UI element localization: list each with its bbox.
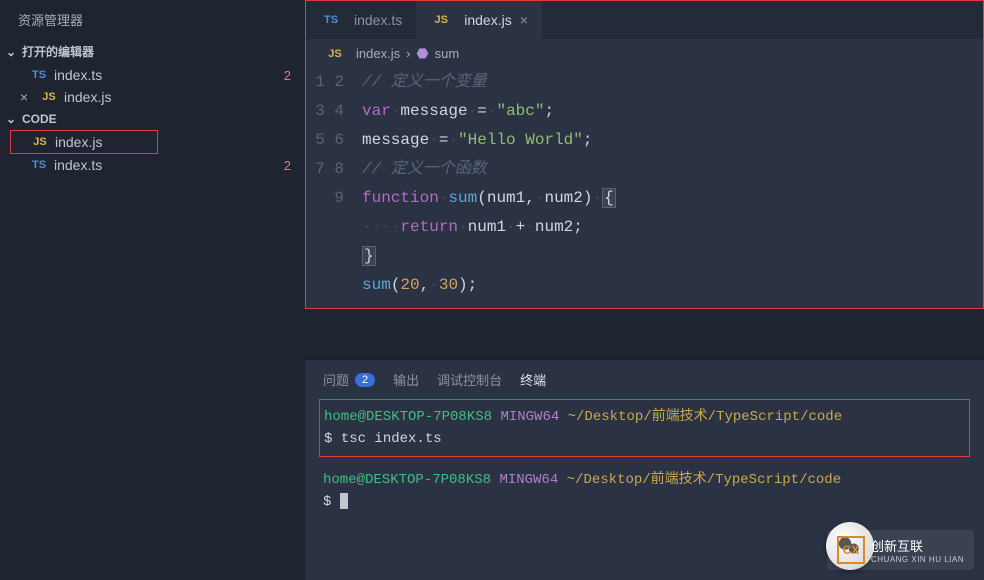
spacer — [305, 309, 984, 359]
term-prompt: $ — [323, 494, 331, 510]
file-name: index.ts — [54, 157, 102, 173]
file-item[interactable]: TS index.ts 2 — [0, 154, 305, 176]
file-name: index.ts — [54, 67, 102, 83]
tab-bar: TS index.ts JS index.js × — [306, 1, 983, 39]
open-editor-item[interactable]: × JS index.js — [0, 86, 305, 108]
js-icon: JS — [430, 14, 452, 26]
file-name: index.js — [64, 89, 111, 105]
chevron-down-icon: ⌄ — [6, 45, 20, 59]
open-editors-label: 打开的编辑器 — [22, 43, 94, 60]
ts-icon: TS — [28, 69, 50, 81]
file-item[interactable]: JS index.js — [11, 131, 157, 153]
code-content[interactable]: // 定义一个变量 var·message·=·"abc"; message·=… — [362, 68, 983, 300]
tab-label: index.js — [464, 12, 511, 28]
problem-badge: 2 — [284, 158, 291, 173]
brand-name: 创新互联 — [871, 536, 964, 555]
explorer-title: 资源管理器 — [0, 0, 305, 39]
term-path: ~/Desktop/前端技术/TypeScript/code — [567, 472, 841, 488]
tab-index-js[interactable]: JS index.js × — [416, 1, 542, 39]
folder-header[interactable]: ⌄ CODE — [0, 108, 305, 130]
panel-tab-debug[interactable]: 调试控制台 — [437, 370, 502, 389]
js-icon: JS — [29, 136, 51, 148]
file-name: index.js — [55, 134, 102, 150]
open-editor-item[interactable]: TS index.ts 2 — [0, 64, 305, 86]
breadcrumb[interactable]: JS index.js › ⬣ sum — [306, 39, 983, 68]
file-highlight: JS index.js — [10, 130, 158, 154]
terminal-current: home@DESKTOP-7P08KS8 MINGW64 ~/Desktop/前… — [319, 463, 970, 519]
brand-sub: CHUANG XIN HU LIAN — [871, 555, 964, 564]
ts-icon: TS — [320, 14, 342, 26]
ts-icon: TS — [28, 159, 50, 171]
tab-index-ts[interactable]: TS index.ts — [306, 1, 416, 39]
js-icon: JS — [324, 48, 346, 60]
panel-tab-terminal[interactable]: 终端 — [520, 370, 546, 389]
chevron-down-icon: ⌄ — [6, 112, 20, 126]
breadcrumb-symbol: sum — [435, 46, 460, 61]
explorer-sidebar: 资源管理器 ⌄ 打开的编辑器 TS index.ts 2 × JS index.… — [0, 0, 305, 580]
close-icon[interactable]: × — [520, 12, 528, 28]
panel-tab-output[interactable]: 输出 — [393, 370, 419, 389]
editor-highlight: TS index.ts JS index.js × JS index.js › … — [305, 0, 984, 309]
term-user: home@DESKTOP-7P08KS8 — [324, 409, 492, 425]
term-env: MINGW64 — [499, 472, 558, 488]
code-editor[interactable]: 1 2 3 4 5 6 7 8 9 // 定义一个变量 var·message·… — [306, 68, 983, 308]
term-env: MINGW64 — [500, 409, 559, 425]
terminal-cursor — [340, 493, 348, 509]
folder-label: CODE — [22, 112, 57, 126]
term-cmd: tsc index.ts — [341, 431, 442, 447]
js-icon: JS — [38, 91, 60, 103]
problem-badge: 2 — [284, 68, 291, 83]
term-user: home@DESKTOP-7P08KS8 — [323, 472, 491, 488]
term-prompt: $ — [324, 431, 332, 447]
brand-logo: CX — [837, 536, 865, 564]
panel-tab-problems[interactable]: 问题 2 — [323, 370, 375, 389]
terminal[interactable]: home@DESKTOP-7P08KS8 MINGW64 ~/Desktop/前… — [305, 399, 984, 525]
panel-tabs: 问题 2 输出 调试控制台 终端 — [305, 360, 984, 399]
open-editors-header[interactable]: ⌄ 打开的编辑器 — [0, 39, 305, 64]
close-icon[interactable]: × — [20, 89, 38, 105]
problems-count: 2 — [355, 373, 375, 387]
tab-label: index.ts — [354, 12, 402, 28]
breadcrumb-file: index.js — [356, 46, 400, 61]
line-numbers: 1 2 3 4 5 6 7 8 9 — [306, 68, 362, 300]
editor-area: TS index.ts JS index.js × JS index.js › … — [305, 0, 984, 580]
chevron-right-icon: › — [406, 46, 410, 61]
cube-icon: ⬣ — [416, 45, 428, 62]
terminal-history-highlight: home@DESKTOP-7P08KS8 MINGW64 ~/Desktop/前… — [319, 399, 970, 457]
brand-watermark: CX 创新互联 CHUANG XIN HU LIAN — [827, 530, 974, 570]
term-path: ~/Desktop/前端技术/TypeScript/code — [568, 409, 842, 425]
